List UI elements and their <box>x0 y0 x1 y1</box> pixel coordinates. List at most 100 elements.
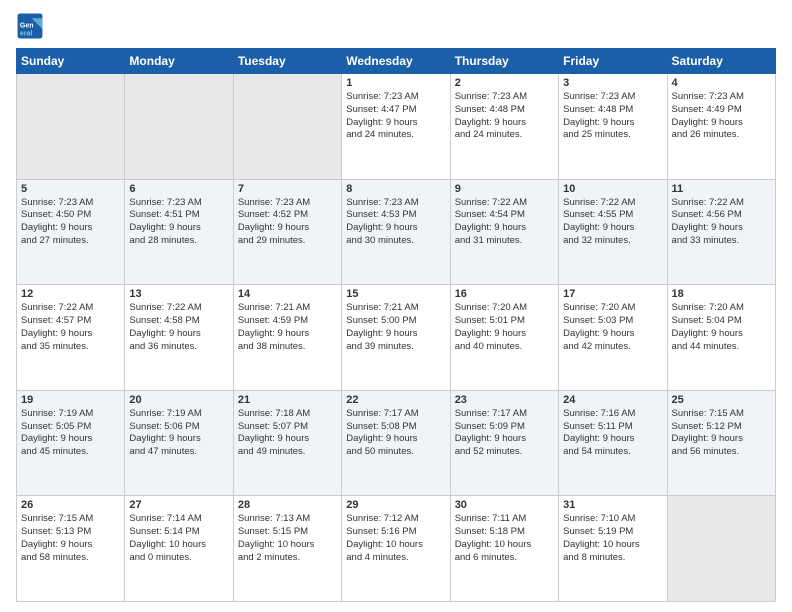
cell-content: Sunrise: 7:21 AM Sunset: 4:59 PM Dayligh… <box>238 302 337 353</box>
day-number: 24 <box>563 394 662 406</box>
calendar-cell: 16Sunrise: 7:20 AM Sunset: 5:01 PM Dayli… <box>450 285 558 391</box>
day-number: 25 <box>672 394 771 406</box>
day-number: 13 <box>129 288 228 300</box>
calendar-cell: 28 Sunrise: 7:13 AM Sunset: 5:15 PM Dayli… <box>233 496 341 602</box>
day-number: 10 <box>563 183 662 195</box>
day-number: 3 <box>563 77 662 89</box>
cell-content: Sunrise: 7:22 AM Sunset: 4:58 PM Dayligh… <box>129 302 228 353</box>
day-number: 11 <box>672 183 771 195</box>
cell-content: Sunrise: 7:15 AM Sunset: 5:13 PM Dayligh… <box>21 513 120 564</box>
calendar-cell: 7 Sunrise: 7:23 AM Sunset: 4:52 PM Daylig… <box>233 179 341 285</box>
cell-content: Sunrise: 7:17 AM Sunset: 5:08 PM Dayligh… <box>346 408 445 459</box>
day-number: 21 <box>238 394 337 406</box>
calendar-cell: 1 Sunrise: 7:23 AM Sunset: 4:47 PM Daylig… <box>342 74 450 180</box>
cell-content: Sunrise: 7:23 AM Sunset: 4:51 PM Dayligh… <box>129 197 228 248</box>
calendar-cell: 24 Sunrise: 7:16 AM Sunset: 5:11 PM Dayli… <box>559 390 667 496</box>
day-number: 20 <box>129 394 228 406</box>
cell-content: Sunrise: 7:18 AM Sunset: 5:07 PM Dayligh… <box>238 408 337 459</box>
calendar-cell <box>125 74 233 180</box>
calendar-cell: 15 Sunrise: 7:21 AM Sunset: 5:00 PM Dayli… <box>342 285 450 391</box>
calendar-cell: 27 Sunrise: 7:14 AM Sunset: 5:14 PM Dayli… <box>125 496 233 602</box>
cell-content: Sunrise: 7:22 AM Sunset: 4:56 PM Dayligh… <box>672 197 771 248</box>
cell-content: Sunrise: 7:23 AM Sunset: 4:52 PM Dayligh… <box>238 197 337 248</box>
cell-content: Sunrise: 7:16 AM Sunset: 5:11 PM Dayligh… <box>563 408 662 459</box>
cell-content: Sunrise: 7:11 AM Sunset: 5:18 PM Dayligh… <box>455 513 554 564</box>
calendar-cell: 19 Sunrise: 7:19 AM Sunset: 5:05 PM Dayli… <box>17 390 125 496</box>
weekday-header-saturday: Saturday <box>667 49 775 74</box>
day-number: 12 <box>21 288 120 300</box>
day-number: 7 <box>238 183 337 195</box>
cell-content: Sunrise: 7:14 AM Sunset: 5:14 PM Dayligh… <box>129 513 228 564</box>
calendar-cell: 12Sunrise: 7:22 AM Sunset: 4:57 PM Dayli… <box>17 285 125 391</box>
day-number: 28 <box>238 499 337 511</box>
day-number: 9 <box>455 183 554 195</box>
weekday-header-thursday: Thursday <box>450 49 558 74</box>
day-number: 31 <box>563 499 662 511</box>
calendar-cell: 26 Sunrise: 7:15 AM Sunset: 5:13 PM Dayli… <box>17 496 125 602</box>
cell-content: Sunrise: 7:22 AM Sunset: 4:55 PM Dayligh… <box>563 197 662 248</box>
cell-content: Sunrise: 7:10 AM Sunset: 5:19 PM Dayligh… <box>563 513 662 564</box>
day-number: 15 <box>346 288 445 300</box>
calendar-cell: 10 Sunrise: 7:22 AM Sunset: 4:55 PM Dayli… <box>559 179 667 285</box>
calendar-cell: 8Sunrise: 7:23 AM Sunset: 4:53 PM Daylig… <box>342 179 450 285</box>
cell-content: Sunrise: 7:23 AM Sunset: 4:47 PM Dayligh… <box>346 91 445 142</box>
cell-content: Sunrise: 7:23 AM Sunset: 4:53 PM Dayligh… <box>346 197 445 248</box>
logo: Gen eral <box>16 12 48 40</box>
cell-content: Sunrise: 7:12 AM Sunset: 5:16 PM Dayligh… <box>346 513 445 564</box>
calendar-cell: 20 Sunrise: 7:19 AM Sunset: 5:06 PM Dayli… <box>125 390 233 496</box>
day-number: 6 <box>129 183 228 195</box>
cell-content: Sunrise: 7:20 AM Sunset: 5:04 PM Dayligh… <box>672 302 771 353</box>
day-number: 26 <box>21 499 120 511</box>
calendar-cell: 21 Sunrise: 7:18 AM Sunset: 5:07 PM Dayli… <box>233 390 341 496</box>
header: Gen eral <box>16 12 776 40</box>
cell-content: Sunrise: 7:20 AM Sunset: 5:03 PM Dayligh… <box>563 302 662 353</box>
calendar-cell: 25Sunrise: 7:15 AM Sunset: 5:12 PM Dayli… <box>667 390 775 496</box>
calendar-cell: 9 Sunrise: 7:22 AM Sunset: 4:54 PM Daylig… <box>450 179 558 285</box>
cell-content: Sunrise: 7:23 AM Sunset: 4:48 PM Dayligh… <box>455 91 554 142</box>
cell-content: Sunrise: 7:21 AM Sunset: 5:00 PM Dayligh… <box>346 302 445 353</box>
day-number: 22 <box>346 394 445 406</box>
day-number: 1 <box>346 77 445 89</box>
calendar-cell: 31 Sunrise: 7:10 AM Sunset: 5:19 PM Dayli… <box>559 496 667 602</box>
calendar-cell: 14 Sunrise: 7:21 AM Sunset: 4:59 PM Dayli… <box>233 285 341 391</box>
day-number: 23 <box>455 394 554 406</box>
calendar-cell: 11 Sunrise: 7:22 AM Sunset: 4:56 PM Dayli… <box>667 179 775 285</box>
weekday-header-monday: Monday <box>125 49 233 74</box>
calendar-cell <box>17 74 125 180</box>
day-number: 19 <box>21 394 120 406</box>
page: Gen eral SundayMondayTuesdayWednesdayThu… <box>0 0 792 612</box>
calendar-cell: 13 Sunrise: 7:22 AM Sunset: 4:58 PM Dayli… <box>125 285 233 391</box>
day-number: 27 <box>129 499 228 511</box>
day-number: 17 <box>563 288 662 300</box>
calendar-cell: 3Sunrise: 7:23 AM Sunset: 4:48 PM Daylig… <box>559 74 667 180</box>
weekday-header-sunday: Sunday <box>17 49 125 74</box>
day-number: 14 <box>238 288 337 300</box>
calendar-cell: 30 Sunrise: 7:11 AM Sunset: 5:18 PM Dayli… <box>450 496 558 602</box>
svg-text:Gen: Gen <box>20 23 34 30</box>
calendar-week-5: 26 Sunrise: 7:15 AM Sunset: 5:13 PM Dayli… <box>17 496 776 602</box>
calendar-cell: 18 Sunrise: 7:20 AM Sunset: 5:04 PM Dayli… <box>667 285 775 391</box>
cell-content: Sunrise: 7:19 AM Sunset: 5:06 PM Dayligh… <box>129 408 228 459</box>
calendar-header-row: SundayMondayTuesdayWednesdayThursdayFrid… <box>17 49 776 74</box>
day-number: 4 <box>672 77 771 89</box>
calendar-cell: 4Sunrise: 7:23 AM Sunset: 4:49 PM Daylig… <box>667 74 775 180</box>
cell-content: Sunrise: 7:13 AM Sunset: 5:15 PM Dayligh… <box>238 513 337 564</box>
cell-content: Sunrise: 7:19 AM Sunset: 5:05 PM Dayligh… <box>21 408 120 459</box>
calendar-week-1: 1 Sunrise: 7:23 AM Sunset: 4:47 PM Daylig… <box>17 74 776 180</box>
calendar-body: 1 Sunrise: 7:23 AM Sunset: 4:47 PM Daylig… <box>17 74 776 602</box>
weekday-header-wednesday: Wednesday <box>342 49 450 74</box>
svg-text:eral: eral <box>20 30 33 37</box>
cell-content: Sunrise: 7:23 AM Sunset: 4:50 PM Dayligh… <box>21 197 120 248</box>
cell-content: Sunrise: 7:20 AM Sunset: 5:01 PM Dayligh… <box>455 302 554 353</box>
day-number: 29 <box>346 499 445 511</box>
calendar-cell: 23 Sunrise: 7:17 AM Sunset: 5:09 PM Dayli… <box>450 390 558 496</box>
cell-content: Sunrise: 7:22 AM Sunset: 4:54 PM Dayligh… <box>455 197 554 248</box>
day-number: 18 <box>672 288 771 300</box>
calendar-cell: 17 Sunrise: 7:20 AM Sunset: 5:03 PM Dayli… <box>559 285 667 391</box>
weekday-header-friday: Friday <box>559 49 667 74</box>
calendar-cell: 5Sunrise: 7:23 AM Sunset: 4:50 PM Daylig… <box>17 179 125 285</box>
logo-icon: Gen eral <box>16 12 44 40</box>
calendar-cell: 6 Sunrise: 7:23 AM Sunset: 4:51 PM Daylig… <box>125 179 233 285</box>
day-number: 30 <box>455 499 554 511</box>
cell-content: Sunrise: 7:17 AM Sunset: 5:09 PM Dayligh… <box>455 408 554 459</box>
